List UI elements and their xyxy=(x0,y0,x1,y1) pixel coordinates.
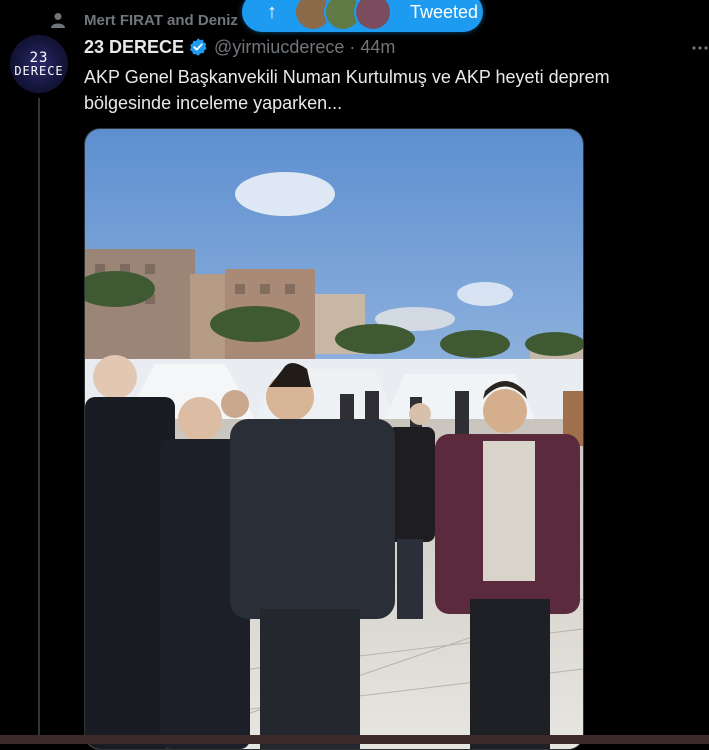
author-handle[interactable]: @yirmiucderece xyxy=(214,37,344,58)
new-tweets-pill[interactable]: ↑ Tweeted xyxy=(242,0,483,32)
author-avatar[interactable]: 23 DERECE xyxy=(10,35,68,93)
separator-dot: · xyxy=(349,36,356,57)
pill-label: Tweeted xyxy=(410,1,479,22)
thread-line xyxy=(38,98,40,738)
tweet-photo[interactable] xyxy=(84,128,584,750)
social-context-text: Mert FIRAT and Deniz xyxy=(84,11,238,29)
arrow-up-icon: ↑ xyxy=(267,0,277,23)
person-icon xyxy=(51,13,65,28)
tweet-time[interactable]: 44m xyxy=(360,37,395,58)
avatar-logo-top: 23 xyxy=(29,50,49,66)
social-context[interactable]: Mert FIRAT and Deniz xyxy=(50,9,238,31)
display-name[interactable]: 23 DERECE xyxy=(84,37,184,58)
photo-illustration xyxy=(85,129,583,749)
tweet-header: 23 DERECE @yirmiucderece · 44m xyxy=(84,36,395,58)
bottom-strip xyxy=(0,735,709,744)
verified-badge-icon xyxy=(190,38,207,56)
avatar-logo-bottom: DERECE xyxy=(14,64,64,78)
avatar xyxy=(354,0,392,31)
more-options-icon[interactable] xyxy=(690,45,709,51)
pill-avatars xyxy=(294,0,392,31)
tweet-text: AKP Genel Başkanvekili Numan Kurtulmuş v… xyxy=(84,67,610,113)
